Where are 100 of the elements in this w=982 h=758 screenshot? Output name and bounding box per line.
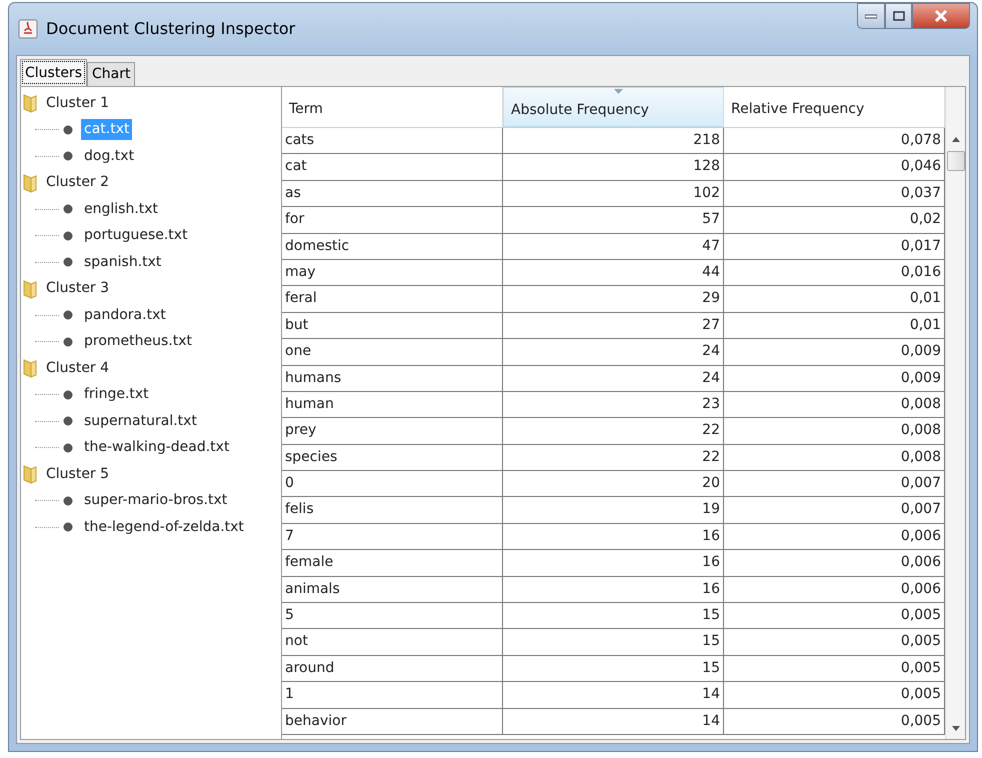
- file-dot-icon: [63, 124, 73, 135]
- table-cell: prey: [282, 418, 503, 445]
- table-cell: 0,016: [724, 260, 945, 286]
- table-cell: 15: [503, 629, 724, 656]
- folder-icon: [23, 93, 37, 114]
- column-header[interactable]: Absolute Frequency: [503, 87, 724, 127]
- scroll-thumb[interactable]: [946, 151, 964, 171]
- folder-icon: [23, 464, 37, 484]
- file-dot-icon: [63, 310, 73, 320]
- tree-leaf[interactable]: dog.txt: [81, 146, 138, 167]
- table-cell: 218: [503, 128, 724, 154]
- scroll-up-icon[interactable]: [952, 137, 960, 142]
- close-button[interactable]: [912, 3, 970, 29]
- table-cell: for: [282, 207, 503, 234]
- table-cell: 14: [503, 708, 724, 735]
- table-cell: 0,005: [724, 603, 945, 630]
- file-dot-icon: [63, 257, 73, 268]
- tree-leaf[interactable]: pandora.txt: [81, 304, 169, 326]
- table-cell: 0,008: [724, 444, 945, 472]
- table-cell: 0,005: [724, 708, 945, 735]
- vertical-scrollbar[interactable]: [945, 87, 965, 739]
- table-cell: 24: [503, 339, 724, 366]
- table-cell: as: [282, 180, 503, 208]
- folder-icon: [23, 278, 37, 299]
- file-dot-icon: [63, 442, 73, 453]
- table-cell: 0,005: [724, 682, 945, 709]
- table-cell: feral: [282, 286, 503, 313]
- table-cell: human: [282, 392, 503, 418]
- tree-leaf[interactable]: the-legend-of-zelda.txt: [81, 516, 247, 538]
- table-cell: 15: [503, 603, 724, 630]
- maximize-button[interactable]: [885, 3, 912, 29]
- tree-node[interactable]: Cluster 1: [43, 92, 112, 114]
- minimize-button[interactable]: [857, 3, 885, 29]
- table-cell: 0: [282, 471, 503, 498]
- table-cell: 22: [503, 444, 724, 472]
- table-cell: humans: [282, 366, 503, 392]
- tree-leaf[interactable]: supernatural.txt: [81, 410, 200, 432]
- table-cell: 0,007: [724, 471, 945, 498]
- table-cell: 47: [503, 234, 724, 260]
- tree-leaf[interactable]: super-mario-bros.txt: [81, 490, 230, 512]
- table-cell: 0,009: [724, 366, 945, 392]
- tree-node[interactable]: Cluster 3: [43, 278, 112, 300]
- table-cell: 16: [503, 524, 724, 550]
- tree-node[interactable]: Cluster 2: [43, 172, 112, 194]
- table-cell: 0,006: [724, 550, 945, 577]
- table-cell: 0,008: [724, 392, 945, 418]
- tree-leaf[interactable]: prometheus.txt: [81, 331, 196, 352]
- table-cell: 1: [282, 682, 503, 709]
- tree-leaf[interactable]: fringe.txt: [81, 384, 152, 406]
- tree-leaf[interactable]: english.txt: [81, 198, 162, 220]
- table-cell: 0,008: [724, 418, 945, 445]
- table-cell: 0,006: [724, 524, 945, 550]
- java-app-icon: [18, 19, 38, 39]
- table-cell: 20: [503, 471, 724, 498]
- table-cell: one: [282, 339, 503, 366]
- file-dot-icon: [63, 230, 73, 241]
- table-cell: 5: [282, 603, 503, 630]
- table-cell: 0,005: [724, 629, 945, 656]
- table-cell: felis: [282, 497, 503, 524]
- tree-node[interactable]: Cluster 4: [43, 358, 112, 379]
- minimize-icon: [865, 13, 877, 19]
- table-cell: animals: [282, 576, 503, 604]
- table-cell: 102: [503, 180, 724, 208]
- table-cell: 0,009: [724, 339, 945, 366]
- table-cell: 23: [503, 392, 724, 418]
- tree-node[interactable]: Cluster 5: [43, 464, 112, 485]
- table-cell: 14: [503, 682, 724, 709]
- file-dot-icon: [63, 204, 73, 214]
- table-cell: 0,01: [724, 286, 945, 313]
- folder-icon: [23, 172, 37, 193]
- table-cell: 57: [503, 207, 724, 234]
- tree-leaf[interactable]: portuguese.txt: [81, 225, 191, 246]
- table-cell: but: [282, 312, 503, 340]
- table-cell: 0,037: [724, 180, 945, 208]
- file-dot-icon: [63, 416, 73, 426]
- tree-leaf[interactable]: spanish.txt: [81, 252, 164, 273]
- file-dot-icon: [63, 151, 73, 162]
- table-cell: 27: [503, 312, 724, 340]
- table-cell: 44: [503, 260, 724, 286]
- file-dot-icon: [63, 336, 73, 347]
- table-cell: 19: [503, 497, 724, 524]
- table-cell: 128: [503, 154, 724, 181]
- table-cell: 7: [282, 524, 503, 550]
- table-cell: domestic: [282, 234, 503, 260]
- table-cell: 15: [503, 656, 724, 682]
- table-cell: species: [282, 444, 503, 472]
- maximize-icon: [892, 11, 904, 21]
- table-cell: may: [282, 260, 503, 286]
- tree-leaf[interactable]: the-walking-dead.txt: [81, 437, 232, 458]
- tab[interactable]: Clusters: [20, 59, 87, 86]
- table-cell: 0,078: [724, 128, 945, 154]
- table-cell: around: [282, 656, 503, 682]
- tab[interactable]: Chart: [86, 62, 136, 86]
- table-cell: 22: [503, 418, 724, 445]
- scroll-down-icon[interactable]: [952, 726, 960, 731]
- table-cell: cats: [282, 128, 503, 154]
- table-cell: 24: [503, 366, 724, 392]
- file-dot-icon: [63, 522, 73, 532]
- table-cell: not: [282, 629, 503, 656]
- window-title: Document Clustering Inspector: [46, 18, 296, 40]
